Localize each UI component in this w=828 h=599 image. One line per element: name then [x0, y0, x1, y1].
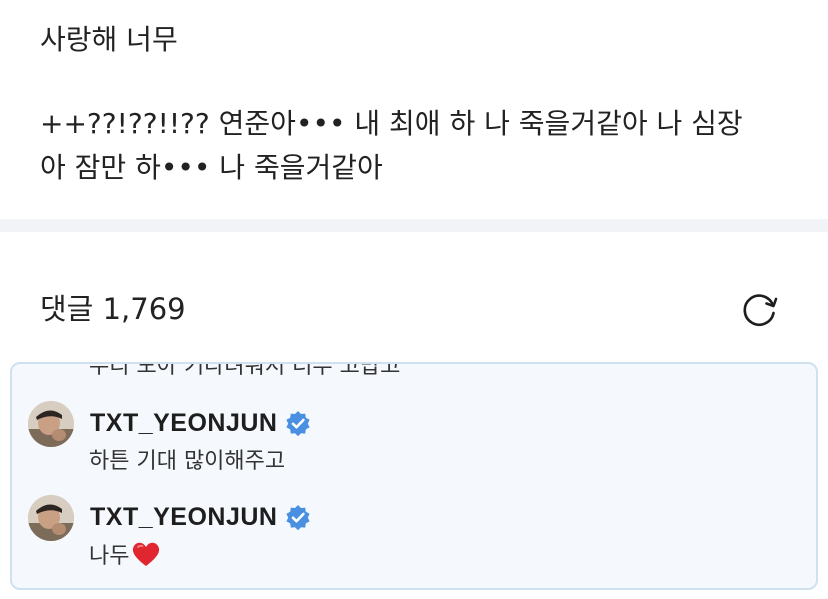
chat-message-text: 하튼 기대 많이해주고 [89, 449, 286, 474]
post-paragraph: ++??!??!!?? 연준아••• 내 최애 하 나 죽을거같아 나 심장 아… [40, 102, 800, 190]
section-divider [0, 219, 828, 232]
verified-badge-icon [285, 410, 311, 437]
chat-message-text: 우리 모아 기다려줘서 너무 고맙고 [89, 362, 401, 379]
comments-count-title: 댓글 1,769 [40, 292, 186, 326]
chat-message-row: 나두 [89, 540, 161, 572]
red-heart-icon [131, 540, 161, 568]
avatar[interactable] [28, 401, 74, 447]
page: 사랑해 너무 ++??!??!!?? 연준아••• 내 최애 하 나 죽을거같아… [0, 0, 828, 599]
comments-header: 댓글 1,769 [40, 286, 788, 332]
live-chat-box[interactable]: 우리 모아 기다려줘서 너무 고맙고 TXT_YEONJUN 하튼 기대 많이해… [10, 362, 818, 590]
chat-author-name[interactable]: TXT_YEONJUN [90, 407, 277, 439]
post-text-line: 아 잠만 하••• 나 죽을거같아 [40, 151, 383, 184]
verified-badge-icon [285, 504, 311, 531]
chat-author-name[interactable]: TXT_YEONJUN [90, 501, 277, 533]
post-body: 사랑해 너무 ++??!??!!?? 연준아••• 내 최애 하 나 죽을거같아… [40, 18, 800, 190]
post-text-line: 사랑해 너무 [40, 23, 178, 56]
chat-message-text: 나두 [89, 544, 130, 569]
avatar[interactable] [28, 495, 74, 541]
post-text-line: ++??!??!!?? 연준아••• 내 최애 하 나 죽을거같아 나 심장 [40, 107, 743, 140]
refresh-icon[interactable] [740, 289, 780, 329]
